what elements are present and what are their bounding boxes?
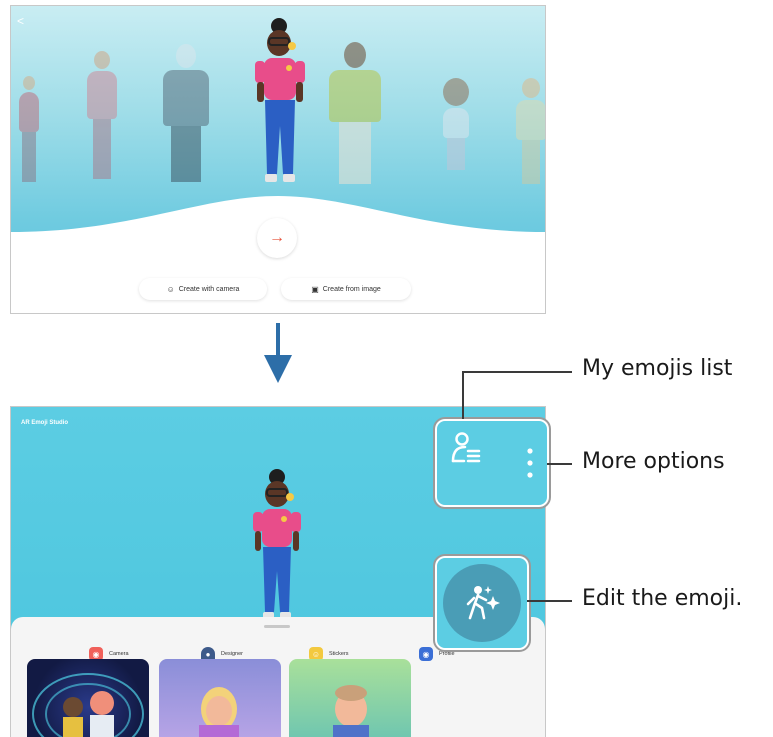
emoji-picker-screen: < Start with this emoji → ☺ Create with … [10, 5, 546, 314]
edit-emoji-icon [466, 586, 500, 620]
app-title: AR Emoji Studio [21, 420, 68, 426]
create-with-camera-button[interactable]: ☺ Create with camera [139, 278, 267, 300]
camera-icon: ☺ [166, 284, 175, 294]
callout-label-edit-emoji: Edit the emoji. [582, 586, 743, 611]
callout-label-my-emojis-list: My emojis list [582, 356, 733, 381]
sheet-handle[interactable] [264, 625, 290, 628]
camera-preview-thumbnail[interactable] [27, 659, 149, 737]
emoji-avatar-preview [253, 469, 301, 619]
my-emojis-list-icon[interactable] [451, 431, 481, 465]
toolbar-callout-box [433, 417, 551, 509]
more-options-icon[interactable] [525, 447, 535, 479]
leader-line [527, 600, 572, 602]
leader-line [462, 371, 572, 373]
avatar-image [199, 687, 239, 737]
create-from-image-button[interactable]: ▣ Create from image [281, 278, 411, 300]
arrow-right-icon: → [269, 229, 285, 246]
image-icon: ▣ [311, 284, 319, 294]
selected-avatar[interactable] [245, 16, 315, 194]
start-with-emoji-text: Start with this emoji [251, 198, 305, 204]
designer-thumbnail[interactable] [159, 659, 281, 737]
stickers-thumbnail[interactable] [289, 659, 411, 737]
profile-icon: ◉ [419, 647, 433, 661]
edit-callout-box [433, 554, 531, 652]
avatars-image [32, 673, 144, 737]
leader-line [462, 371, 464, 419]
next-button[interactable]: → [257, 218, 297, 258]
leader-line [547, 463, 572, 465]
avatar-image [333, 685, 369, 737]
down-arrow-icon [264, 323, 292, 383]
callout-label-more-options: More options [582, 449, 725, 474]
edit-emoji-button[interactable] [443, 564, 521, 642]
